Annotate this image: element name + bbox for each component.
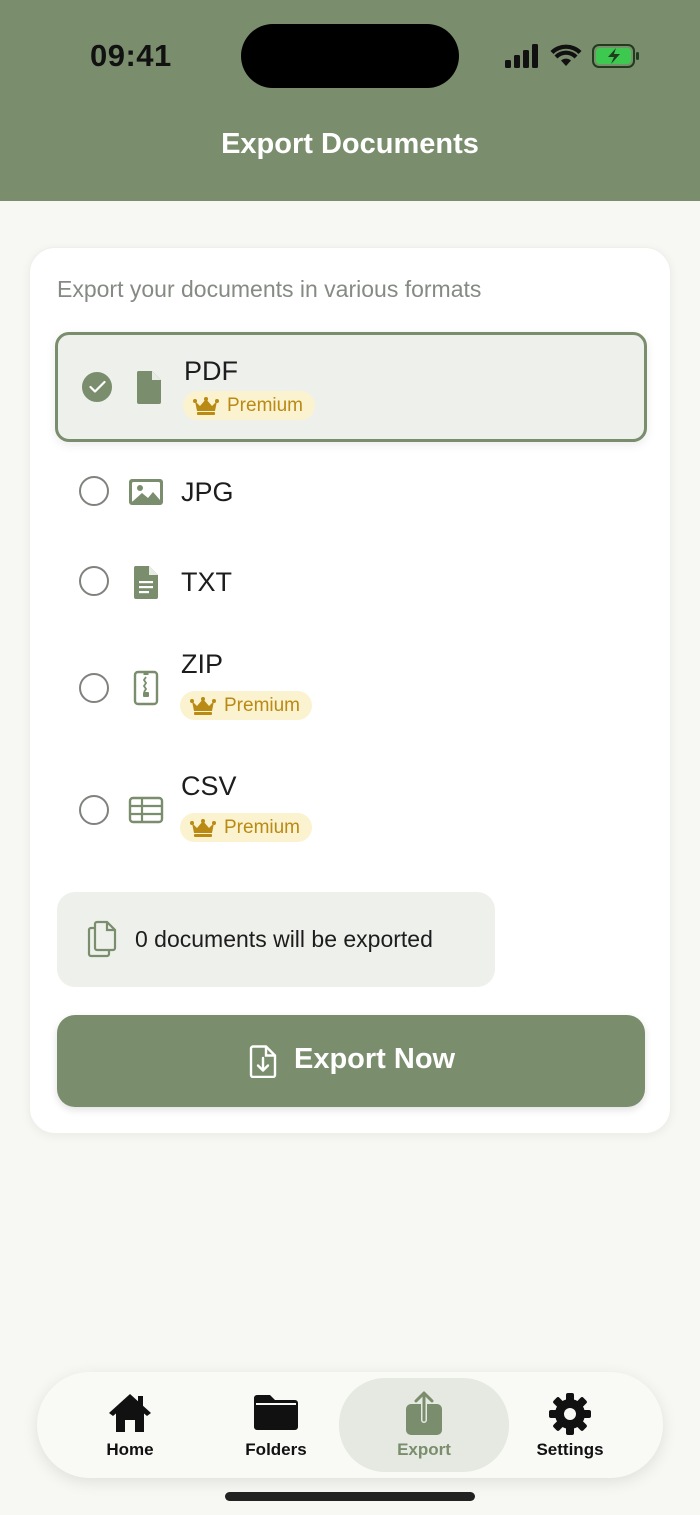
crown-icon xyxy=(193,396,219,415)
dynamic-island xyxy=(241,24,459,88)
premium-badge: Premium xyxy=(180,813,313,842)
image-icon xyxy=(129,479,163,505)
format-option-txt[interactable]: TXT xyxy=(55,552,647,612)
format-option-jpg[interactable]: JPG xyxy=(55,462,647,522)
radio-selected-icon[interactable] xyxy=(82,372,112,402)
tab-settings[interactable]: Settings xyxy=(497,1372,643,1478)
tab-label: Export xyxy=(397,1440,451,1459)
home-indicator xyxy=(225,1492,475,1501)
format-option-pdf[interactable]: PDF Premium xyxy=(55,332,647,442)
home-icon xyxy=(109,1394,151,1432)
radio-unselected-icon[interactable] xyxy=(79,476,109,506)
crown-icon xyxy=(190,818,216,837)
check-icon xyxy=(89,380,106,393)
gear-icon xyxy=(549,1393,591,1435)
status-time: 09:41 xyxy=(90,38,172,73)
export-now-button[interactable]: Export Now xyxy=(57,1015,645,1107)
format-option-zip[interactable]: ZIP Premium xyxy=(55,638,647,738)
premium-label: Premium xyxy=(227,394,304,416)
premium-label: Premium xyxy=(224,694,301,716)
tab-folders[interactable]: Folders xyxy=(203,1372,349,1478)
export-now-label: Export Now xyxy=(294,1043,456,1075)
folder-icon xyxy=(254,1395,298,1430)
tab-export[interactable]: Export xyxy=(339,1378,509,1472)
tab-label: Home xyxy=(106,1440,154,1459)
premium-badge: Premium xyxy=(180,691,313,720)
text-file-icon xyxy=(133,566,158,599)
zip-file-icon xyxy=(133,670,159,706)
share-icon xyxy=(406,1390,442,1435)
bottom-tab-bar: Home Folders Export Settings xyxy=(37,1372,663,1478)
export-count-text: 0 documents will be exported xyxy=(135,926,433,952)
tab-label: Folders xyxy=(245,1440,307,1459)
cellular-signal-icon xyxy=(505,44,538,68)
format-option-csv[interactable]: CSV Premium xyxy=(55,760,647,860)
radio-unselected-icon[interactable] xyxy=(79,795,109,825)
radio-unselected-icon[interactable] xyxy=(79,566,109,596)
export-card: Export your documents in various formats… xyxy=(29,247,671,1134)
file-download-icon xyxy=(249,1045,277,1078)
card-subtitle: Export your documents in various formats xyxy=(57,276,482,302)
export-summary: 0 documents will be exported xyxy=(57,892,495,987)
crown-icon xyxy=(190,696,216,715)
tab-label: Settings xyxy=(536,1440,604,1459)
pdf-file-icon xyxy=(136,371,161,404)
status-icons xyxy=(504,40,640,72)
format-label: PDF xyxy=(184,356,238,386)
battery-charging-icon xyxy=(592,44,639,68)
tab-home[interactable]: Home xyxy=(57,1372,203,1478)
documents-icon xyxy=(87,920,117,958)
format-label: CSV xyxy=(181,771,237,801)
premium-label: Premium xyxy=(224,816,301,838)
format-label: JPG xyxy=(181,477,234,507)
premium-badge: Premium xyxy=(183,391,316,420)
table-icon xyxy=(128,796,164,824)
radio-unselected-icon[interactable] xyxy=(79,673,109,703)
app-header: 09:41 Export Documents xyxy=(0,0,700,201)
format-label: TXT xyxy=(181,567,232,597)
format-label: ZIP xyxy=(181,649,224,679)
wifi-icon xyxy=(550,44,582,66)
page-title: Export Documents xyxy=(221,128,479,160)
